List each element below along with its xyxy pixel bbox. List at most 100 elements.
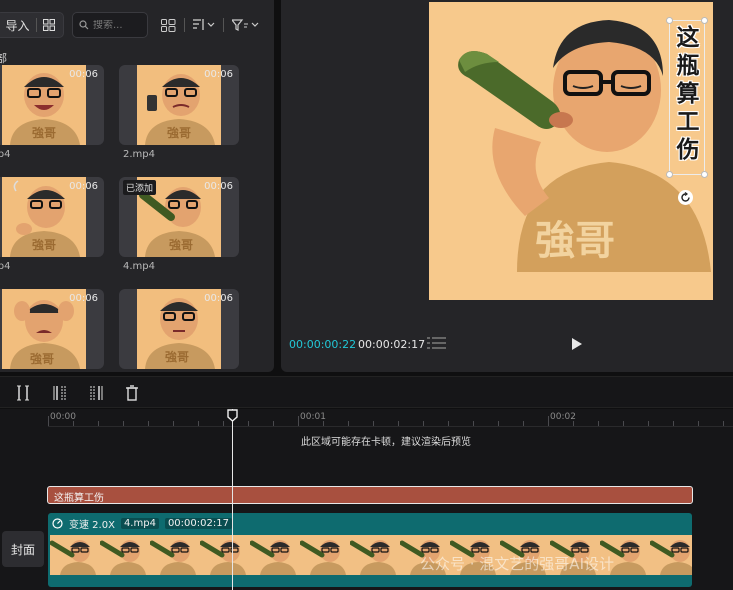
playhead-handle[interactable] (227, 409, 238, 422)
clip-thumbnail[interactable]: 強哥 00:06 (0, 65, 104, 145)
media-toolbar: 导入 (0, 0, 274, 50)
ruler-tick (523, 421, 524, 426)
svg-text:強哥: 強哥 (169, 237, 193, 252)
clip-thumbnail[interactable]: 強哥 已添加 00:06 (119, 177, 239, 257)
separator (35, 18, 37, 32)
caption-selection-box[interactable]: 这 瓶 算 工 伤 (666, 17, 708, 178)
clip-duration: 00:06 (204, 293, 233, 304)
ruler-tick (148, 421, 149, 426)
speed-label: 变速 2.0X (69, 520, 115, 531)
filmstrip-frame (100, 535, 150, 575)
ruler-tick (173, 421, 174, 426)
clip-duration: 00:06 (204, 69, 233, 80)
timeline[interactable]: 00:00 00:01 00:02 此区域可能存在卡顿，建议渲染后预览 这瓶算工… (0, 409, 733, 590)
filmstrip-frame (50, 535, 100, 575)
import-label: 导入 (5, 18, 30, 33)
added-badge: 已添加 (123, 180, 157, 195)
ruler-tick (248, 421, 249, 426)
ruler-tick (273, 421, 274, 426)
current-time: 00:00:00:22 (289, 338, 357, 351)
text-clip[interactable]: 这瓶算工伤 (47, 486, 693, 504)
resize-handle[interactable] (666, 171, 673, 178)
caption-char: 这 (676, 24, 700, 51)
media-clip-5[interactable]: 強哥 00:06 (0, 289, 104, 369)
svg-text:強哥: 強哥 (32, 237, 56, 252)
play-icon (572, 338, 582, 350)
view-toggle-icon[interactable] (161, 16, 176, 34)
ruler-tick (323, 421, 324, 426)
caption-char: 瓶 (676, 52, 700, 79)
play-button[interactable] (571, 337, 583, 354)
video-clip[interactable]: 变速 2.0X 4.mp4 00:00:02:17 (48, 513, 692, 587)
rotate-icon[interactable] (678, 190, 693, 205)
time-ruler[interactable]: 00:00 00:01 00:02 (48, 409, 733, 427)
playhead-line[interactable] (232, 409, 233, 590)
ruler-tick (198, 421, 199, 426)
search-input[interactable] (93, 19, 143, 31)
resize-handle[interactable] (701, 171, 708, 178)
filmstrip-frame (250, 535, 300, 575)
sort-icon[interactable] (193, 16, 215, 34)
preview-frame[interactable]: 強哥 这 瓶 算 工 伤 (429, 2, 713, 300)
text-clip-label: 这瓶算工伤 (54, 493, 104, 504)
clip-thumbnail[interactable]: 強哥 00:06 (0, 289, 104, 369)
clip-name: 4.mp4 (123, 261, 155, 272)
ruler-tick (373, 421, 374, 426)
search-icon (79, 20, 89, 30)
clip-thumbnail[interactable]: 強哥 00:06 (0, 177, 104, 257)
media-panel: 导入 部 強哥 00:06 mp4 (0, 0, 274, 372)
render-notice: 此区域可能存在卡顿，建议渲染后预览 (301, 437, 471, 448)
resize-handle[interactable] (666, 17, 673, 24)
clip-thumbnail[interactable]: 強哥 00:06 (119, 289, 239, 369)
svg-text:強哥: 強哥 (165, 349, 189, 364)
search-box[interactable] (72, 12, 148, 38)
cover-button[interactable]: 封面 (2, 531, 44, 567)
trim-left-icon[interactable] (53, 385, 67, 401)
player-panel: 強哥 这 瓶 算 工 伤 00:00:00:22 00:00:02:17 (281, 0, 733, 372)
ruler-tick (448, 421, 449, 426)
edit-toolbar (0, 376, 733, 408)
ruler-tick (698, 421, 699, 426)
caption-char: 伤 (676, 136, 700, 163)
clip-name: mp4 (0, 149, 11, 160)
watermark: 公众号 · 混文艺的强哥AI设计 (420, 555, 614, 573)
caption-text: 这 瓶 算 工 伤 (673, 24, 703, 164)
caption-char: 算 (676, 80, 700, 107)
ruler-tick (223, 421, 224, 426)
media-clip-6[interactable]: 強哥 00:06 (119, 289, 239, 369)
svg-text:強哥: 強哥 (535, 218, 615, 264)
filter-icon[interactable] (232, 16, 260, 34)
divider (184, 16, 185, 34)
resize-handle[interactable] (701, 17, 708, 24)
filmstrip-frame (350, 535, 400, 575)
delete-icon[interactable] (125, 385, 139, 401)
video-duration: 00:00:02:17 (164, 518, 232, 529)
media-clip-2[interactable]: 強哥 00:06 2.mp4 (119, 65, 239, 160)
ruler-tick (123, 421, 124, 426)
list-icon[interactable] (427, 336, 447, 353)
clip-thumbnail[interactable]: 強哥 00:06 (119, 65, 239, 145)
svg-text:強哥: 強哥 (167, 125, 191, 140)
grid-icon[interactable] (42, 19, 55, 31)
caption-char: 工 (676, 108, 700, 135)
trim-right-icon[interactable] (89, 385, 103, 401)
filmstrip-frame (150, 535, 200, 575)
ruler-tick (473, 421, 474, 426)
speed-icon (52, 518, 63, 529)
media-clip-4[interactable]: 強哥 已添加 00:06 4.mp4 (119, 177, 239, 272)
video-clip-info: 变速 2.0X 4.mp4 00:00:02:17 (52, 516, 232, 531)
clip-name: mp4 (0, 261, 11, 272)
ruler-tick (48, 416, 49, 426)
ruler-tick (298, 416, 299, 426)
filmstrip-frame (200, 535, 250, 575)
ruler-tick (723, 421, 724, 426)
import-button[interactable]: 导入 (0, 12, 64, 38)
split-icon[interactable] (17, 385, 29, 401)
ruler-tick (498, 421, 499, 426)
media-clip-1[interactable]: 強哥 00:06 mp4 (0, 65, 104, 160)
ruler-tick (648, 421, 649, 426)
media-clip-3[interactable]: 強哥 00:06 mp4 (0, 177, 104, 272)
clip-duration: 00:06 (204, 181, 233, 192)
clip-name: 2.mp4 (123, 149, 155, 160)
svg-text:強哥: 強哥 (30, 351, 54, 366)
